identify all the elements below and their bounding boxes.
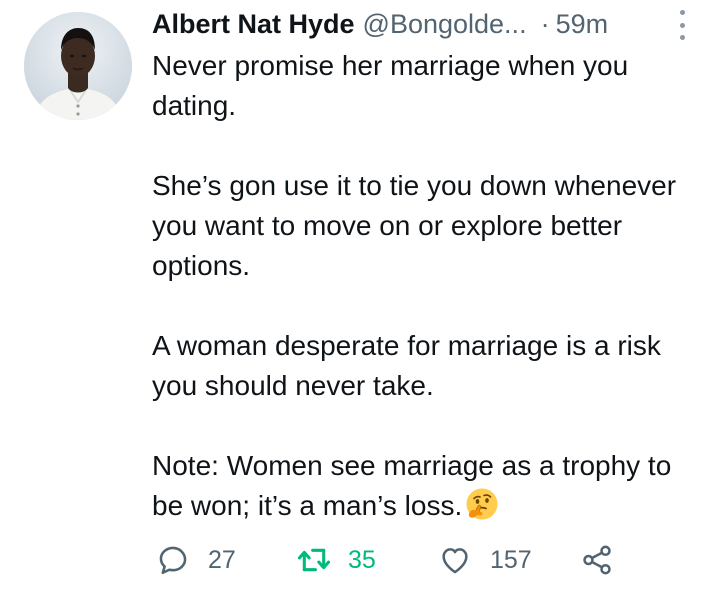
separator-dot: · bbox=[540, 8, 550, 39]
retweet-icon bbox=[297, 548, 331, 572]
timestamp[interactable]: 59m bbox=[556, 9, 609, 40]
share-icon bbox=[583, 545, 611, 575]
tweet-paragraph: Never promise her marriage when you dati… bbox=[152, 50, 629, 121]
retweet-count: 35 bbox=[348, 545, 376, 574]
more-options-icon[interactable] bbox=[672, 10, 692, 40]
tweet-paragraph-text: Note: Women see marriage as a trophy to … bbox=[152, 450, 672, 521]
reply-button[interactable]: 27 bbox=[156, 540, 236, 580]
like-icon bbox=[442, 548, 468, 574]
tweet-paragraph: She’s gon use it to tie you down wheneve… bbox=[152, 170, 677, 281]
share-button[interactable] bbox=[580, 540, 614, 580]
tweet-text: Never promise her marriage when you dati… bbox=[152, 46, 692, 532]
like-count: 157 bbox=[490, 545, 532, 574]
avatar[interactable] bbox=[24, 12, 132, 120]
reply-count: 27 bbox=[208, 545, 236, 574]
author-handle[interactable]: @Bongolde... bbox=[363, 9, 527, 40]
like-button[interactable]: 157 bbox=[438, 540, 532, 580]
tweet-card[interactable]: Albert Nat Hyde @Bongolde... · 59m Never… bbox=[0, 0, 720, 601]
tweet-paragraph-last: Note: Women see marriage as a trophy to … bbox=[152, 446, 692, 532]
tweet-actions: 27 35 157 bbox=[152, 540, 672, 580]
avatar-photo bbox=[24, 12, 132, 120]
author-name[interactable]: Albert Nat Hyde bbox=[152, 9, 355, 40]
tweet-paragraph: A woman desperate for marriage is a risk… bbox=[152, 330, 661, 401]
retweet-button[interactable]: 35 bbox=[296, 540, 376, 580]
reply-icon bbox=[159, 546, 187, 575]
thinking-face-emoji bbox=[465, 487, 499, 532]
tweet-header: Albert Nat Hyde @Bongolde... · 59m bbox=[152, 6, 608, 42]
